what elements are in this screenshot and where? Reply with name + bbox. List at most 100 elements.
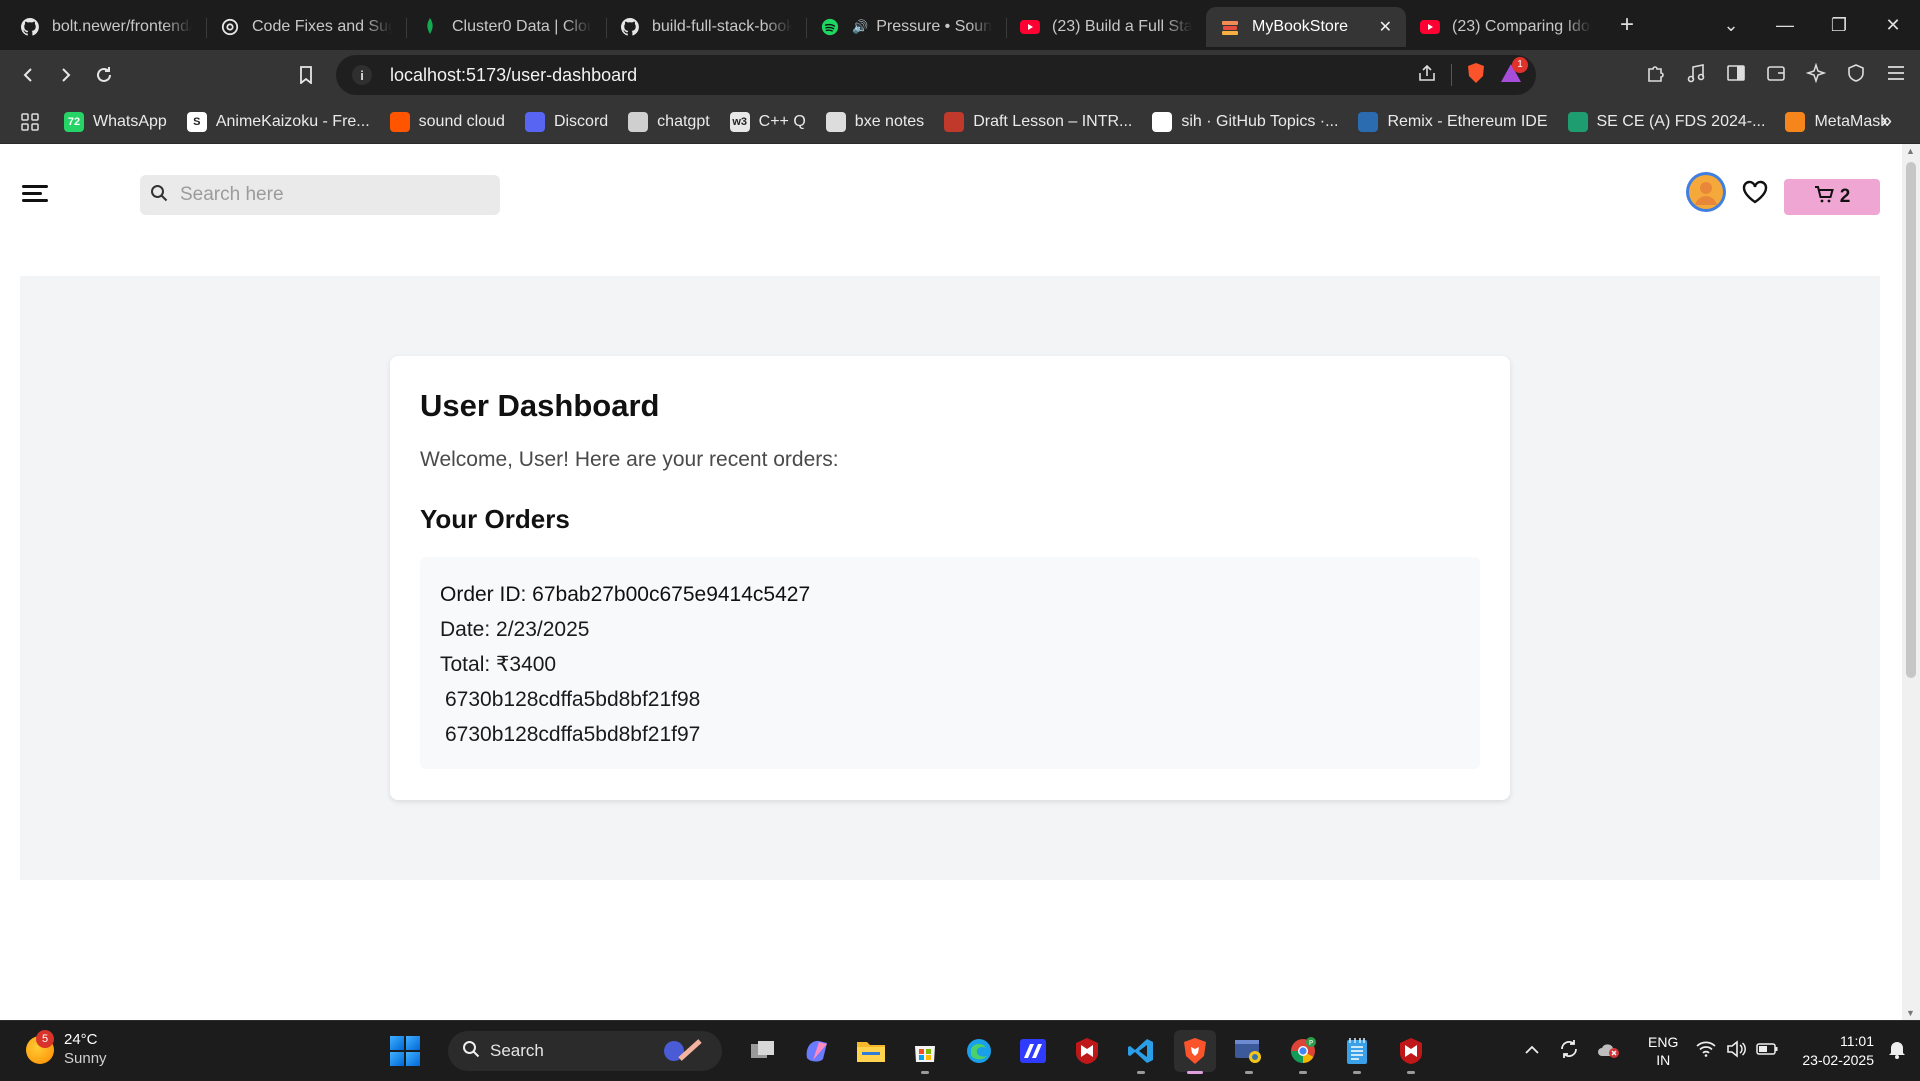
bookmarks-overflow-icon[interactable]: » [1881, 110, 1892, 133]
wallet-icon[interactable] [1766, 63, 1786, 88]
notepad-icon[interactable] [1336, 1030, 1378, 1074]
weather-widget[interactable]: 5 24°C Sunny [26, 1030, 107, 1069]
tab-pressure-sound[interactable]: 🔊 Pressure • Sound [806, 7, 1006, 47]
clock[interactable]: 11:01 23-02-2025 [1802, 1032, 1874, 1070]
terminal-python-icon[interactable] [1228, 1030, 1270, 1074]
back-icon[interactable] [10, 57, 46, 93]
mcafee-security-icon[interactable] [1390, 1030, 1432, 1074]
cart-button[interactable]: 2 [1784, 179, 1880, 215]
taskbar-search-label: Search [490, 1041, 544, 1060]
tab-search-chevron-icon[interactable]: ⌄ [1704, 15, 1758, 36]
running-indicator [1407, 1071, 1415, 1074]
copilot-icon[interactable] [796, 1030, 838, 1072]
brave-browser-icon[interactable] [1174, 1030, 1216, 1074]
search-input[interactable] [180, 184, 480, 206]
task-view-icon[interactable] [742, 1030, 784, 1072]
file-explorer-icon[interactable] [850, 1030, 892, 1072]
wifi-icon[interactable] [1696, 1041, 1716, 1062]
sun-icon: 5 [26, 1030, 54, 1064]
menu-icon[interactable] [1886, 64, 1906, 87]
tab-title: (23) Comparing Idols [1452, 18, 1592, 35]
site-info-icon[interactable]: i [352, 65, 372, 85]
bookmark-soundcloud[interactable]: sound cloud [389, 111, 505, 132]
close-tab-icon[interactable]: ✕ [1379, 17, 1392, 37]
music-note-icon[interactable] [1686, 63, 1706, 88]
page-scrollbar[interactable]: ▲ ▼ [1902, 144, 1920, 1020]
tab-bolt[interactable]: bolt.newer/frontend/ [6, 7, 206, 47]
minimize-icon[interactable]: — [1758, 15, 1812, 36]
bookmark-icon[interactable] [288, 57, 324, 93]
bookmark-label: C++ Q [758, 112, 806, 130]
forward-icon[interactable] [48, 57, 84, 93]
tab-code-fixes[interactable]: Code Fixes and Sugg [206, 7, 406, 47]
taskbar-search[interactable]: Search [448, 1031, 722, 1071]
bookmark-github[interactable]: sih · GitHub Topics ·... [1152, 111, 1338, 132]
apps-grid-icon[interactable] [20, 112, 40, 132]
heart-icon[interactable] [1742, 180, 1768, 209]
show-hidden-icons-chevron-icon[interactable] [1524, 1042, 1540, 1060]
scroll-up-icon[interactable]: ▲ [1906, 146, 1915, 156]
brave-rewards-icon[interactable]: 1 [1500, 56, 1528, 88]
search-icon [150, 184, 168, 207]
orders-heading: Your Orders [420, 504, 570, 534]
bookmark-discord[interactable]: Discord [524, 111, 608, 132]
rewards-badge: 1 [1512, 56, 1528, 73]
volume-icon[interactable] [1726, 1039, 1747, 1063]
battery-icon[interactable] [1756, 1042, 1778, 1060]
tab-build-full-stack[interactable]: build-full-stack-book [606, 7, 806, 47]
order-card: Order ID: 67bab27b00c675e9414c5427 Date:… [420, 557, 1480, 769]
hamburger-menu-icon[interactable] [22, 185, 48, 203]
search-box[interactable] [140, 175, 500, 215]
scroll-down-icon[interactable]: ▼ [1906, 1008, 1915, 1018]
chrome-icon[interactable]: P [1282, 1030, 1324, 1074]
tab-comparing-idols[interactable]: (23) Comparing Idols [1406, 7, 1606, 47]
dashboard-section: User Dashboard Welcome, User! Here are y… [20, 276, 1880, 880]
lang-line2: IN [1656, 1052, 1671, 1068]
code-editor-icon[interactable] [1012, 1030, 1054, 1072]
bookmarks-bar: 72 WhatsApp S AnimeKaizoku - Fre... sound cl… [0, 100, 1920, 144]
bookmark-label: WhatsApp [93, 112, 167, 130]
bookmark-draft[interactable]: Draft Lesson – INTR... [944, 111, 1132, 132]
bookmark-metamask[interactable]: MetaMask [1785, 111, 1888, 132]
bookmark-remix[interactable]: Remix - Ethereum IDE [1358, 111, 1548, 132]
address-bar[interactable]: i localhost:5173/user-dashboard 1 [336, 55, 1536, 95]
notes-icon [825, 111, 846, 132]
avatar[interactable] [1686, 172, 1726, 212]
search-highlight-icon [660, 1037, 708, 1070]
bookmark-classroom[interactable]: SE CE (A) FDS 2024-... [1567, 111, 1765, 132]
sidebar-toggle-icon[interactable] [1726, 63, 1746, 88]
reload-icon[interactable] [86, 57, 122, 93]
tab-build-full-stack-yt[interactable]: (23) Build a Full Stack [1006, 7, 1206, 47]
share-icon[interactable] [1417, 63, 1437, 88]
edge-icon[interactable] [958, 1030, 1000, 1072]
book-stack-icon [1220, 17, 1240, 37]
leo-ai-icon[interactable] [1805, 62, 1827, 88]
tab-title: Cluster0 Data | Cloud [452, 18, 592, 35]
bookmark-chatgpt[interactable]: chatgpt [628, 111, 710, 132]
bookmark-w3schools[interactable]: w3 C++ Q [729, 111, 806, 132]
address-toolbar: i localhost:5173/user-dashboard 1 [0, 50, 1920, 100]
language-indicator[interactable]: ENG IN [1648, 1033, 1678, 1069]
onedrive-error-icon[interactable] [1596, 1040, 1620, 1063]
scrollbar-thumb[interactable] [1906, 162, 1916, 678]
microsoft-store-icon[interactable] [904, 1030, 946, 1074]
running-indicator [1353, 1071, 1361, 1074]
vpn-shield-icon[interactable] [1846, 63, 1866, 88]
restore-icon[interactable]: ❐ [1812, 15, 1866, 36]
window-controls: ⌄ — ❐ ✕ [1704, 0, 1920, 50]
tab-cluster0[interactable]: Cluster0 Data | Cloud [406, 7, 606, 47]
bookmark-whatsapp[interactable]: 72 WhatsApp [64, 111, 167, 132]
windows-start-icon[interactable] [390, 1036, 420, 1066]
page-viewport: 2 User Dashboard Welcome, User! Here are… [0, 144, 1920, 1020]
tab-mybookstore[interactable]: MyBookStore ✕ [1206, 7, 1406, 47]
new-tab-icon[interactable]: + [1620, 11, 1634, 39]
extensions-puzzle-icon[interactable] [1646, 63, 1666, 88]
brave-shields-icon[interactable] [1466, 62, 1486, 89]
bookmark-animekaizoku[interactable]: S AnimeKaizoku - Fre... [186, 111, 370, 132]
vscode-icon[interactable] [1120, 1030, 1162, 1074]
close-window-icon[interactable]: ✕ [1866, 15, 1920, 36]
sync-icon[interactable] [1558, 1038, 1580, 1065]
bookmark-notes[interactable]: bxe notes [825, 111, 924, 132]
notification-bell-icon[interactable] [1888, 1039, 1906, 1064]
mcafee-icon[interactable] [1066, 1030, 1108, 1072]
